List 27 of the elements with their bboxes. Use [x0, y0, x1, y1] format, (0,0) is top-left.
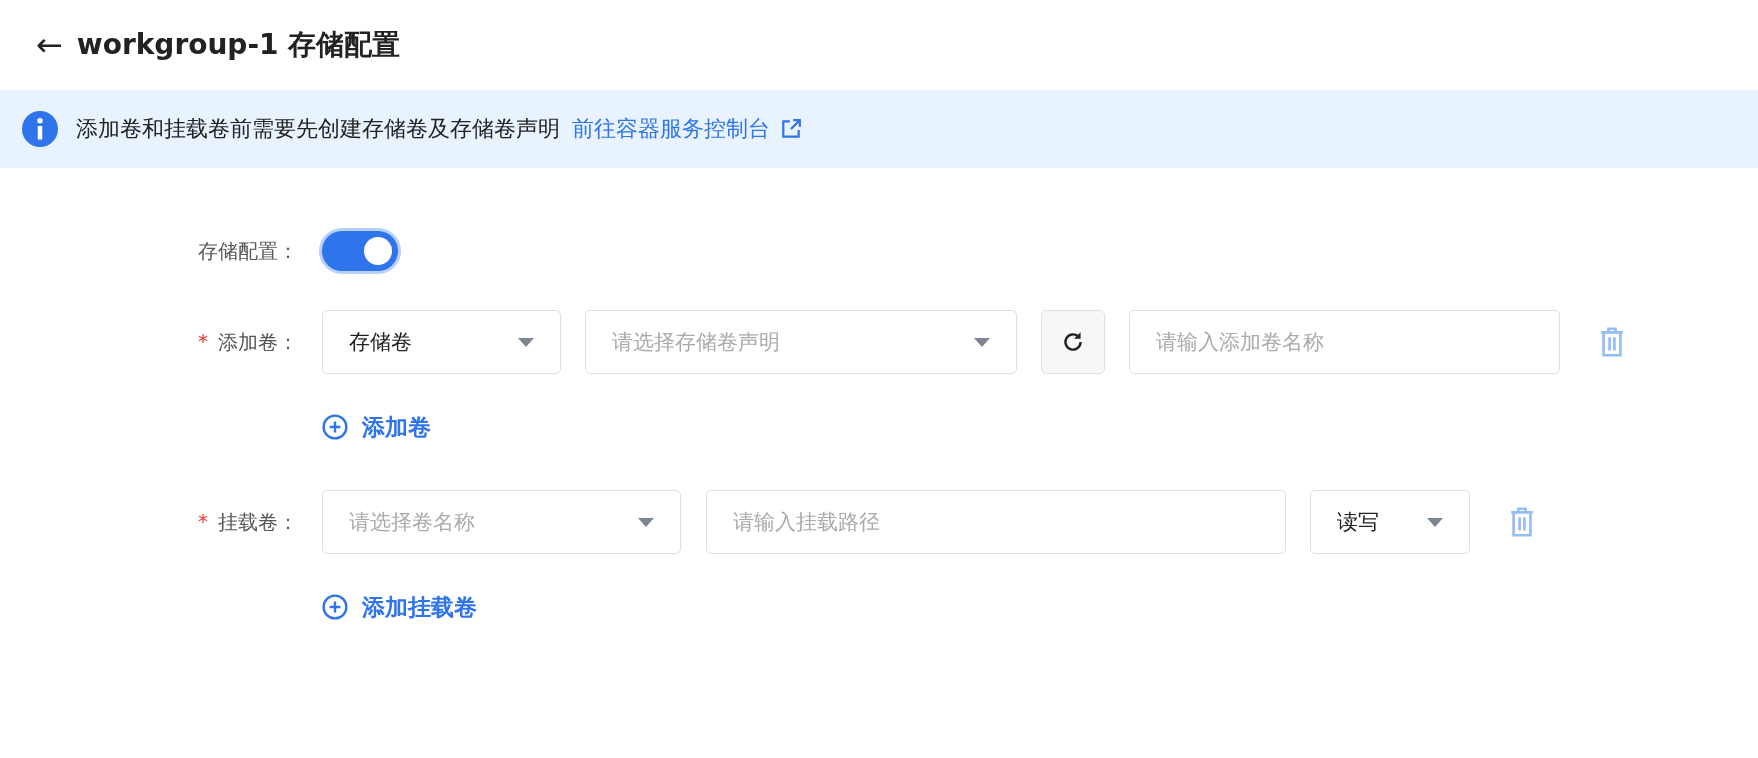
- info-icon: [22, 111, 58, 147]
- refresh-button[interactable]: [1041, 310, 1105, 374]
- volume-type-select[interactable]: 存储卷: [322, 310, 561, 374]
- caret-icon: [638, 517, 654, 527]
- required-asterisk: *: [198, 508, 208, 535]
- page-title: workgroup-1 存储配置: [76, 27, 401, 63]
- add-mount-button[interactable]: 添加挂载卷: [322, 591, 477, 623]
- console-link[interactable]: 前往容器服务控制台: [572, 114, 802, 144]
- volume-name-select[interactable]: 请选择卷名称: [322, 490, 681, 554]
- caret-icon: [974, 337, 990, 347]
- back-button[interactable]: ←: [36, 29, 63, 61]
- plus-circle-icon: [322, 414, 348, 440]
- add-volume-button[interactable]: 添加卷: [322, 411, 431, 443]
- caret-icon: [1427, 517, 1443, 527]
- notice-text: 添加卷和挂载卷前需要先创建存储卷及存储卷声明: [76, 115, 560, 143]
- mount-path-input[interactable]: 请输入挂载路径: [706, 490, 1286, 554]
- mode-select[interactable]: 读写: [1310, 490, 1470, 554]
- field-label: 添加卷：: [218, 328, 298, 356]
- caret-icon: [518, 337, 534, 347]
- volume-name-input[interactable]: 请输入添加卷名称: [1129, 310, 1560, 374]
- plus-circle-icon: [322, 594, 348, 620]
- storage-toggle[interactable]: [322, 231, 398, 271]
- external-link-icon: [780, 118, 802, 140]
- field-label: 挂载卷：: [218, 508, 298, 536]
- required-asterisk: *: [198, 328, 208, 355]
- field-label: 存储配置：: [198, 237, 298, 265]
- claim-select[interactable]: 请选择存储卷声明: [585, 310, 1017, 374]
